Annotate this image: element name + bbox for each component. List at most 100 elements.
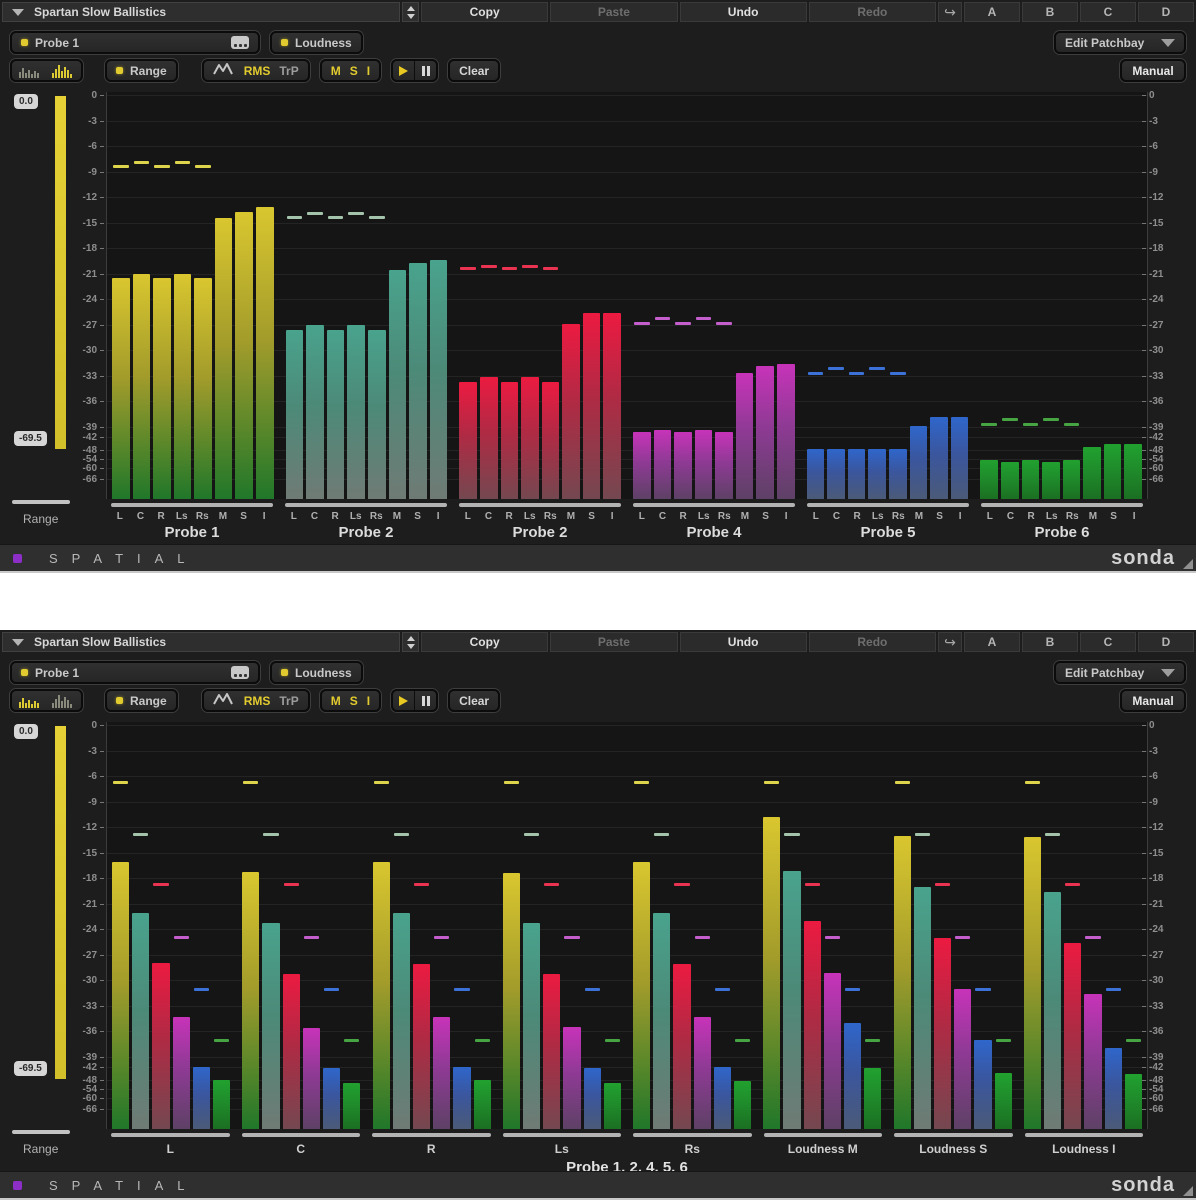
meter-bar-column: [654, 92, 672, 499]
resize-handle[interactable]: [1183, 1186, 1193, 1196]
meter-group: [458, 92, 622, 499]
undo-button[interactable]: Undo: [680, 2, 807, 22]
meter-bar-column: [562, 92, 580, 499]
arrow-up-icon: [407, 636, 415, 641]
paste-button[interactable]: Paste: [550, 2, 677, 22]
range-slider[interactable]: [12, 500, 70, 504]
loudness-toggle[interactable]: Loudness: [270, 661, 363, 684]
play-button[interactable]: [393, 61, 414, 80]
channel-label: L: [981, 511, 999, 522]
range-toggle[interactable]: Range: [105, 689, 178, 712]
range-min-tag[interactable]: -69.5: [14, 431, 47, 446]
group-underline: [111, 503, 273, 507]
meter-bar: [934, 938, 951, 1129]
clear-button[interactable]: Clear: [448, 59, 500, 82]
meter-bar-column: [194, 92, 212, 499]
pause-button[interactable]: [414, 61, 436, 80]
meter-bar: [734, 1081, 751, 1129]
input-button[interactable]: I: [367, 64, 370, 78]
range-slider[interactable]: [12, 1130, 70, 1134]
copy-button[interactable]: Copy: [421, 2, 548, 22]
db-tick-label: -9: [88, 797, 104, 808]
patchbay-select[interactable]: Edit Patchbay: [1054, 661, 1186, 684]
preset-a-button[interactable]: A: [964, 632, 1020, 652]
resize-handle[interactable]: [1183, 559, 1193, 569]
input-button[interactable]: I: [367, 694, 370, 708]
preset-a-button[interactable]: A: [964, 2, 1020, 22]
db-tick-label: -12: [83, 822, 104, 833]
preset-b-button[interactable]: B: [1022, 2, 1078, 22]
probe-view-icon[interactable]: [18, 64, 42, 78]
preset-title-dropdown[interactable]: Spartan Slow Ballistics: [2, 2, 400, 22]
pause-button[interactable]: [414, 691, 436, 710]
db-tick-label: -30: [1142, 345, 1163, 356]
redo-button[interactable]: Redo: [809, 2, 936, 22]
preset-stepper[interactable]: [402, 2, 419, 22]
mid-button[interactable]: M: [331, 694, 341, 708]
revert-button[interactable]: ↪: [938, 2, 962, 22]
clear-button[interactable]: Clear: [448, 689, 500, 712]
meter-group: [1023, 722, 1143, 1129]
play-button[interactable]: [393, 691, 414, 710]
peak-hold-mark: [675, 322, 691, 325]
preset-stepper[interactable]: [402, 632, 419, 652]
range-toggle[interactable]: Range: [105, 59, 178, 82]
db-tick-label: -21: [1142, 899, 1163, 910]
peak-hold-mark: [1045, 833, 1060, 836]
group-label: Probe 5: [806, 524, 970, 541]
preset-c-button[interactable]: C: [1080, 632, 1136, 652]
peak-hold-mark: [605, 1039, 620, 1042]
peak-hold-mark: [996, 1039, 1011, 1042]
channel-view-icon[interactable]: [51, 694, 75, 708]
paste-button[interactable]: Paste: [550, 632, 677, 652]
copy-button[interactable]: Copy: [421, 632, 548, 652]
meter-bar: [152, 963, 169, 1129]
peak-hold-mark: [304, 936, 319, 939]
channel-label: S: [235, 511, 253, 522]
meter-group-labels: LCRLsRsMSIProbe 5: [806, 503, 970, 541]
meter-bar: [153, 278, 171, 499]
revert-button[interactable]: ↪: [938, 632, 962, 652]
probe-view-icon[interactable]: [18, 694, 42, 708]
patchbay-select[interactable]: Edit Patchbay: [1054, 31, 1186, 54]
meter-bar: [242, 872, 259, 1129]
loudness-toggle[interactable]: Loudness: [270, 31, 363, 54]
preset-title-dropdown[interactable]: Spartan Slow Ballistics: [2, 632, 400, 652]
loudness-label: Loudness: [295, 36, 352, 50]
toolbar-row-1: Probe 1 Loudness Edit Patchbay: [10, 661, 1186, 684]
meter-bar: [347, 325, 365, 499]
trp-button[interactable]: TrP: [279, 694, 298, 708]
meter-bar-column: [389, 92, 407, 499]
preset-d-button[interactable]: D: [1138, 632, 1194, 652]
redo-button[interactable]: Redo: [809, 632, 936, 652]
rms-button[interactable]: RMS: [244, 64, 271, 78]
meter-group-labels: Loudness M: [763, 1133, 884, 1156]
channel-label: C: [306, 511, 324, 522]
trp-button[interactable]: TrP: [279, 64, 298, 78]
manual-button[interactable]: Manual: [1120, 59, 1186, 82]
side-button[interactable]: S: [350, 694, 358, 708]
rms-button[interactable]: RMS: [244, 694, 271, 708]
side-button[interactable]: S: [350, 64, 358, 78]
meter-view-toggle: [10, 59, 83, 82]
preset-d-button[interactable]: D: [1138, 2, 1194, 22]
preset-c-button[interactable]: C: [1080, 2, 1136, 22]
peak-hold-mark: [324, 988, 339, 991]
channel-view-icon[interactable]: [51, 64, 75, 78]
mid-button[interactable]: M: [331, 64, 341, 78]
probe-selector[interactable]: Probe 1: [10, 31, 260, 54]
range-max-tag[interactable]: 0.0: [14, 724, 38, 739]
undo-button[interactable]: Undo: [680, 632, 807, 652]
preset-b-button[interactable]: B: [1022, 632, 1078, 652]
channel-labels-row: LCRLsRsMSI: [284, 511, 448, 522]
db-tick-label: -15: [83, 848, 104, 859]
meter-bar: [604, 1083, 621, 1129]
manual-button[interactable]: Manual: [1120, 689, 1186, 712]
meter-labels: LCRLsRsMSIProbe 1LCRLsRsMSIProbe 2LCRLsR…: [106, 503, 1148, 541]
meter-bar-column: [910, 92, 928, 499]
range-min-tag[interactable]: -69.5: [14, 1061, 47, 1076]
db-tick-label: -42: [83, 1062, 104, 1073]
meter-group: [806, 92, 970, 499]
range-max-tag[interactable]: 0.0: [14, 94, 38, 109]
probe-selector[interactable]: Probe 1: [10, 661, 260, 684]
